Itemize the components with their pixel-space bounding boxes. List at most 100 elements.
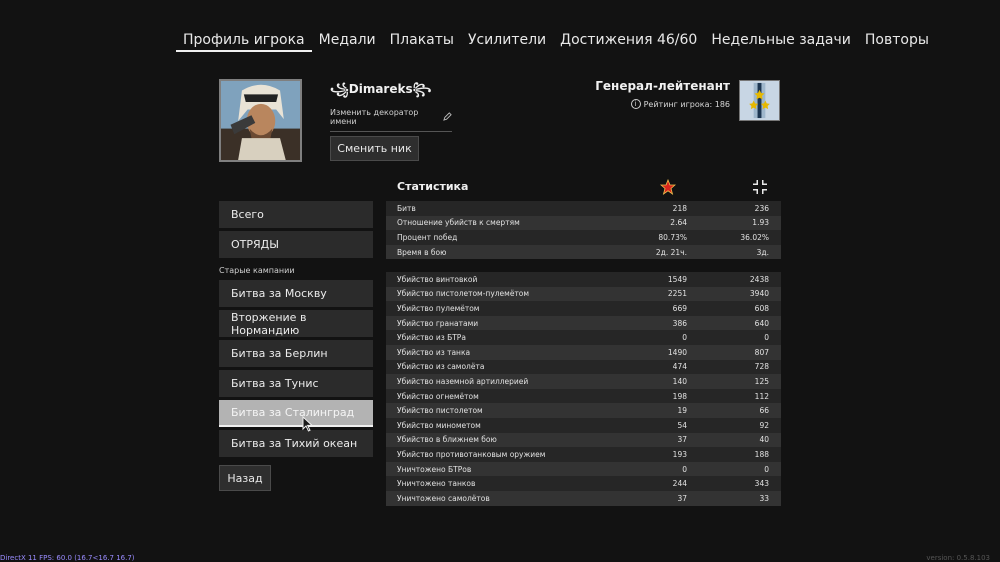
stat-label: Убийство наземной артиллерией (397, 376, 529, 386)
decorator-label: Изменить декоратор имени (330, 108, 419, 126)
axis-value: 608 (754, 303, 769, 313)
axis-value: 33 (759, 493, 769, 503)
tab-player-profile[interactable]: Профиль игрока (176, 30, 312, 52)
axis-value: 640 (754, 318, 769, 328)
tab-boosters[interactable]: Усилители (461, 30, 553, 52)
stat-label: Убийство из самолёта (397, 362, 485, 372)
axis-value: 1.93 (752, 218, 769, 228)
fps-counter: DirectX 11 FPS: 60.0 (16.7<16.7 16.7) (0, 554, 135, 562)
allies-value: 244 (672, 479, 687, 489)
stat-label: Отношение убийств к смертям (397, 218, 520, 228)
stat-label: Убийство из БТРа (397, 333, 466, 343)
allies-value: 1490 (667, 347, 687, 357)
avatar[interactable] (219, 79, 302, 162)
axis-value: 807 (754, 347, 769, 357)
table-row: Убийство пулемётом 669 608 (386, 301, 781, 316)
allies-value: 2.64 (670, 218, 687, 228)
stat-label: Убийство из танка (397, 347, 471, 357)
table-row: Уничтожено БТРов 0 0 (386, 461, 781, 477)
allies-value: 218 (672, 203, 687, 213)
stat-label: Уничтожено БТРов (397, 464, 472, 474)
tab-achievements[interactable]: Достижения 46/60 (553, 30, 704, 52)
tab-replays[interactable]: Повторы (858, 30, 936, 52)
stat-label: Уничтожено танков (397, 479, 476, 489)
table-row: Убийство из танка 1490 807 (386, 344, 781, 360)
stat-label: Уничтожено самолётов (397, 493, 490, 503)
menu-item-berlin[interactable]: Битва за Берлин (219, 340, 373, 367)
allies-value: 2251 (667, 289, 687, 299)
table-row: Убийство огнемётом 198 112 (386, 388, 781, 404)
rank-name: Генерал-лейтенант (595, 79, 730, 93)
stat-label: Убийство винтовкой (397, 274, 478, 284)
allies-value: 54 (677, 420, 687, 430)
avatar-portrait-image (221, 81, 300, 160)
table-row: Убийство противотанковым оружием 193 188 (386, 447, 781, 462)
menu-item-pacific[interactable]: Битва за Тихий океан (219, 430, 373, 457)
tab-posters[interactable]: Плакаты (383, 30, 461, 52)
table-row: Время в бою 2д. 21ч. 3д. (386, 244, 781, 260)
axis-value: 0 (764, 464, 769, 474)
menu-item-normandy[interactable]: Вторжение в Нормандию (219, 310, 373, 337)
info-icon[interactable]: i (630, 99, 641, 109)
stats-header: Статистика (386, 178, 781, 196)
tab-medals[interactable]: Медали (312, 30, 383, 52)
axis-value: 66 (759, 406, 769, 416)
allies-value: 2д. 21ч. (655, 247, 687, 257)
stat-label: Время в бою (397, 247, 447, 257)
axis-value: 0 (764, 333, 769, 343)
table-row: Убийство из БТРа 0 0 (386, 330, 781, 345)
table-row: Битв 218 236 (386, 201, 781, 216)
stat-label: Убийство в ближнем бою (397, 435, 497, 445)
axis-value: 92 (759, 420, 769, 430)
change-name-decorator-link[interactable]: Изменить декоратор имени (330, 108, 452, 132)
axis-value: 236 (754, 203, 769, 213)
stat-label: Битв (397, 203, 416, 213)
table-row: Убийство минометом 54 92 (386, 417, 781, 433)
tab-weekly-tasks[interactable]: Недельные задачи (704, 30, 858, 52)
stat-label: Убийство огнемётом (397, 391, 479, 401)
table-row: Убийство гранатами 386 640 (386, 315, 781, 331)
axis-value: 343 (754, 479, 769, 489)
table-row: Убийство пистолетом 19 66 (386, 403, 781, 418)
allies-value: 80.73% (658, 232, 687, 242)
table-row: Убийство в ближнем бою 37 40 (386, 432, 781, 448)
allies-value: 193 (672, 449, 687, 459)
back-button[interactable]: Назад (219, 465, 271, 491)
stat-label: Процент побед (397, 232, 458, 242)
menu-item-moscow[interactable]: Битва за Москву (219, 280, 373, 307)
table-row: Убийство из самолёта 474 728 (386, 359, 781, 375)
stat-label: Убийство пулемётом (397, 303, 480, 313)
player-nickname: ꧁Dimareks꧂ (330, 82, 432, 96)
allies-value: 0 (682, 464, 687, 474)
axis-value: 3940 (749, 289, 769, 299)
menu-item-stalingrad[interactable]: Битва за Сталинград (219, 400, 373, 427)
table-row: Уничтожено танков 244 343 (386, 476, 781, 491)
table-row: Процент побед 80.73% 36.02% (386, 230, 781, 245)
top-nav: Профиль игрока Медали Плакаты Усилители … (176, 30, 936, 52)
stat-label: Убийство пистолетом-пулемётом (397, 289, 530, 299)
stats-summary-table: Битв 218 236 Отношение убийств к смертям 2.6… (386, 201, 781, 260)
change-nick-button[interactable]: Сменить ник (330, 136, 419, 161)
stat-label: Убийство противотанковым оружием (397, 449, 546, 459)
allies-value: 140 (672, 376, 687, 386)
stat-label: Убийство гранатами (397, 318, 479, 328)
axis-cross-icon (752, 179, 768, 195)
axis-value: 728 (754, 362, 769, 372)
allies-value: 386 (672, 318, 687, 328)
allies-value: 198 (672, 391, 687, 401)
old-campaigns-label: Старые кампании (219, 266, 295, 275)
axis-value: 36.02% (740, 232, 769, 242)
axis-value: 188 (754, 449, 769, 459)
mouse-cursor-icon (302, 415, 314, 432)
pencil-icon (443, 111, 452, 123)
allies-value: 474 (672, 362, 687, 372)
allies-star-icon (659, 178, 677, 195)
menu-item-squads[interactable]: ОТРЯДЫ (219, 231, 373, 258)
menu-item-all[interactable]: Всего (219, 201, 373, 228)
axis-value: 2438 (749, 274, 769, 284)
rank-insignia-icon (739, 80, 780, 121)
table-row: Убийство пистолетом-пулемётом 2251 3940 (386, 286, 781, 302)
player-rating: i Рейтинг игрока: 186 (630, 99, 730, 109)
menu-item-tunisia[interactable]: Битва за Тунис (219, 370, 373, 397)
allies-value: 19 (677, 406, 687, 416)
